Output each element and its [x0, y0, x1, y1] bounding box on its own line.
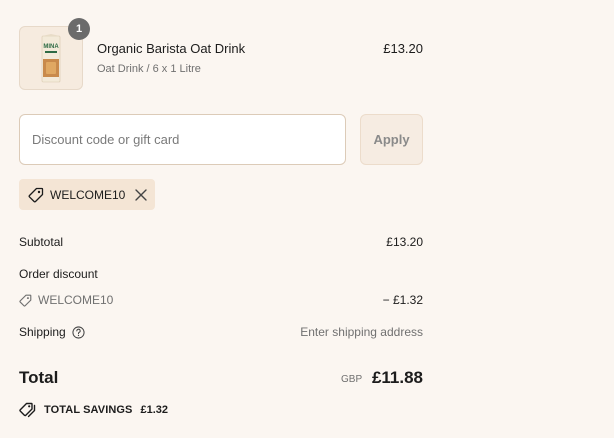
help-circle-icon[interactable] — [72, 325, 85, 339]
shipping-row: Shipping Enter shipping address — [19, 325, 423, 339]
subtotal-row: Subtotal £13.20 — [19, 235, 423, 249]
discount-code-input[interactable] — [19, 114, 346, 165]
order-discount-label: Order discount — [19, 267, 98, 281]
apply-discount-button[interactable]: Apply — [360, 114, 423, 165]
total-savings-label: TOTAL SAVINGS — [44, 404, 133, 416]
total-currency: GBP — [341, 374, 363, 385]
total-label: Total — [19, 368, 59, 387]
cart-line-item: MINA 1 Organic Barista Oat Drink Oat Dri… — [19, 18, 423, 90]
total-savings: TOTAL SAVINGS £1.32 — [19, 401, 168, 419]
total-amount: £11.88 — [371, 368, 423, 387]
shipping-value: Enter shipping address — [300, 325, 423, 339]
quantity-badge: 1 — [68, 18, 90, 40]
discount-value: − £1.32 — [382, 293, 423, 307]
product-name: Organic Barista Oat Drink — [97, 41, 246, 56]
tags-icon — [19, 402, 36, 418]
total-savings-amount: £1.32 — [140, 404, 169, 416]
tag-icon — [28, 187, 44, 202]
shipping-label: Shipping — [19, 325, 66, 339]
oat-drink-carton-image: MINA — [41, 34, 61, 83]
tag-icon — [19, 294, 32, 307]
applied-discount-code: WELCOME10 — [50, 187, 126, 202]
order-discount-row: Order discount — [19, 267, 423, 281]
remove-discount-button[interactable] — [134, 188, 148, 202]
subtotal-label: Subtotal — [19, 235, 64, 249]
subtotal-value: £13.20 — [386, 235, 423, 249]
svg-text:MINA: MINA — [43, 44, 59, 50]
product-price: £13.20 — [383, 41, 423, 56]
close-icon — [135, 188, 148, 201]
discount-code-label: WELCOME10 — [38, 293, 114, 307]
applied-discount-chip: WELCOME10 — [19, 179, 155, 210]
discount-code-row: WELCOME10 − £1.32 — [19, 293, 423, 310]
product-variant: Oat Drink / 6 x 1 Litre — [97, 63, 201, 75]
